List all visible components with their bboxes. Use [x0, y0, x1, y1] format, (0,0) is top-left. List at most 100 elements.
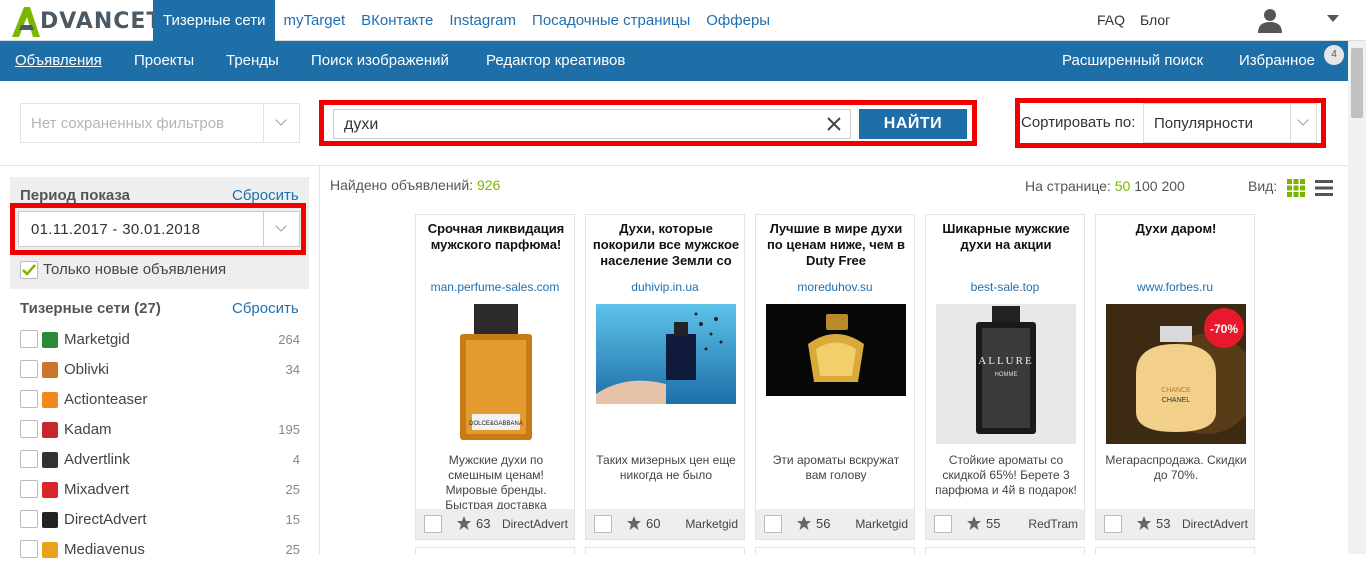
ad-title[interactable]: Духи даром!: [1102, 221, 1250, 237]
blog-link[interactable]: Блог: [1140, 0, 1170, 41]
network-checkbox[interactable]: [20, 450, 38, 468]
network-checkbox[interactable]: [20, 330, 38, 348]
user-avatar-icon[interactable]: [1256, 6, 1284, 34]
per-page-100[interactable]: 100: [1134, 178, 1157, 194]
top-tabs: Тизерные сети myTarget ВКонтакте Instagr…: [153, 0, 778, 41]
network-item-marketgid[interactable]: Marketgid 264: [20, 329, 300, 355]
network-item-mediavenus[interactable]: Mediavenus 25: [20, 539, 300, 565]
tab-mytarget[interactable]: myTarget: [275, 0, 353, 41]
scrollbar-thumb[interactable]: [1351, 48, 1363, 118]
network-item-directadvert[interactable]: DirectAdvert 15: [20, 509, 300, 535]
nav-image-search[interactable]: Поиск изображений: [311, 41, 449, 81]
tab-instagram[interactable]: Instagram: [441, 0, 524, 41]
ad-image[interactable]: [766, 304, 906, 444]
ad-card[interactable]: Духи, которые покорили все мужское насел…: [585, 214, 745, 540]
nav-creative-editor[interactable]: Редактор креативов: [486, 41, 625, 81]
saved-filters-select[interactable]: Нет сохраненных фильтров: [20, 103, 300, 143]
ad-title[interactable]: Духи, которые покорили все мужское насел…: [592, 221, 740, 269]
ad-description: Мегараспродажа. Скидки до 70%.: [1105, 453, 1247, 482]
nav-ads[interactable]: Объявления: [15, 41, 102, 81]
date-range-input[interactable]: 01.11.2017 - 30.01.2018: [18, 211, 300, 247]
ad-select-checkbox[interactable]: [934, 515, 952, 533]
network-item-oblivki[interactable]: Oblivki 34: [20, 359, 300, 385]
ad-card[interactable]: Шикарные мужские духи на акции best-sale.…: [925, 214, 1085, 540]
ad-image[interactable]: DOLCE&GABBANA: [426, 304, 566, 444]
ad-domain[interactable]: moreduhov.su: [756, 280, 914, 294]
ad-title[interactable]: Шикарные мужские духи на акции: [932, 221, 1080, 253]
network-item-mixadvert[interactable]: Mixadvert 25: [20, 479, 300, 505]
user-menu-chevron-down-icon[interactable]: [1327, 15, 1339, 22]
star-icon[interactable]: [456, 515, 472, 531]
ad-footer: 53 DirectAdvert: [1096, 509, 1254, 539]
clear-search-icon[interactable]: [826, 116, 842, 132]
saved-filters-arrow[interactable]: [263, 104, 299, 142]
nav-advanced-search[interactable]: Расширенный поиск: [1062, 41, 1203, 81]
search-input[interactable]: духи: [333, 109, 851, 139]
ad-select-checkbox[interactable]: [594, 515, 612, 533]
ad-description: Таких мизерных цен еще никогда не было: [596, 453, 736, 482]
nav-trends[interactable]: Тренды: [226, 41, 279, 81]
network-checkbox[interactable]: [20, 510, 38, 528]
per-page: На странице: 50 100 200: [1025, 178, 1185, 194]
ad-domain[interactable]: www.forbes.ru: [1096, 280, 1254, 294]
find-button[interactable]: НАЙТИ: [859, 109, 967, 139]
tab-landing-pages[interactable]: Посадочные страницы: [524, 0, 698, 41]
per-page-50[interactable]: 50: [1115, 178, 1131, 194]
network-label: DirectAdvert: [64, 511, 147, 528]
ad-domain[interactable]: man.perfume-sales.com: [416, 280, 574, 294]
ad-network: Marketgid: [685, 517, 738, 531]
network-item-advertlink[interactable]: Advertlink 4: [20, 449, 300, 475]
networks-reset-link[interactable]: Сбросить: [232, 300, 299, 317]
ad-image[interactable]: ALLURE HOMME: [936, 304, 1076, 444]
ad-image[interactable]: [596, 304, 736, 444]
sort-arrow[interactable]: [1290, 104, 1316, 142]
ad-card[interactable]: Лучшие в мире духи по ценам ниже, чем в …: [755, 214, 915, 540]
network-item-kadam[interactable]: Kadam 195: [20, 419, 300, 445]
sort-select[interactable]: Популярности: [1143, 103, 1317, 143]
network-checkbox[interactable]: [20, 540, 38, 558]
ad-card-next-row: [585, 547, 745, 554]
tab-vkontakte[interactable]: ВКонтакте: [353, 0, 441, 41]
per-page-label: На странице:: [1025, 178, 1111, 194]
ad-rating: 63: [476, 516, 491, 531]
star-icon[interactable]: [1136, 515, 1152, 531]
network-checkbox[interactable]: [20, 420, 38, 438]
ad-card[interactable]: Срочная ликвидация мужского парфюма! man.…: [415, 214, 575, 540]
faq-link[interactable]: FAQ: [1097, 0, 1125, 41]
sort-label: Сортировать по:: [1021, 114, 1136, 131]
ad-card[interactable]: Духи даром! www.forbes.ru CHANCE CHANEL -70%…: [1095, 214, 1256, 540]
network-checkbox[interactable]: [20, 480, 38, 498]
ad-card-next-row: [415, 547, 575, 554]
tab-offers[interactable]: Офферы: [698, 0, 778, 41]
ad-network: Marketgid: [855, 517, 908, 531]
network-checkbox[interactable]: [20, 360, 38, 378]
ad-domain[interactable]: best-sale.top: [926, 280, 1084, 294]
network-item-actionteaser[interactable]: Actionteaser: [20, 389, 300, 415]
list-view-icon[interactable]: [1315, 179, 1333, 197]
new-only-checkbox[interactable]: [20, 261, 38, 279]
chevron-down-icon: [275, 114, 287, 126]
ad-select-checkbox[interactable]: [424, 515, 442, 533]
network-label: Kadam: [64, 421, 112, 438]
homme-label: HOMME: [995, 372, 1018, 378]
ad-select-checkbox[interactable]: [1104, 515, 1122, 533]
date-range-arrow[interactable]: [263, 212, 299, 246]
nav-projects[interactable]: Проекты: [134, 41, 194, 81]
ad-image[interactable]: CHANCE CHANEL -70%: [1106, 304, 1256, 444]
nav-favorites[interactable]: Избранное: [1239, 41, 1315, 81]
star-icon[interactable]: [796, 515, 812, 531]
network-checkbox[interactable]: [20, 390, 38, 408]
per-page-200[interactable]: 200: [1161, 178, 1184, 194]
tab-teaser-networks[interactable]: Тизерные сети: [153, 0, 276, 41]
ad-title[interactable]: Лучшие в мире духи по ценам ниже, чем в …: [762, 221, 910, 269]
ad-select-checkbox[interactable]: [764, 515, 782, 533]
ad-card-next-row: [1095, 547, 1255, 554]
ad-title[interactable]: Срочная ликвидация мужского парфюма!: [422, 221, 570, 253]
grid-view-icon[interactable]: [1287, 179, 1305, 197]
period-reset-link[interactable]: Сбросить: [232, 187, 299, 204]
star-icon[interactable]: [966, 515, 982, 531]
ad-footer: 56 Marketgid: [756, 509, 914, 539]
star-icon[interactable]: [626, 515, 642, 531]
ad-domain[interactable]: duhivip.in.ua: [586, 280, 744, 294]
ad-rating: 55: [986, 516, 1001, 531]
